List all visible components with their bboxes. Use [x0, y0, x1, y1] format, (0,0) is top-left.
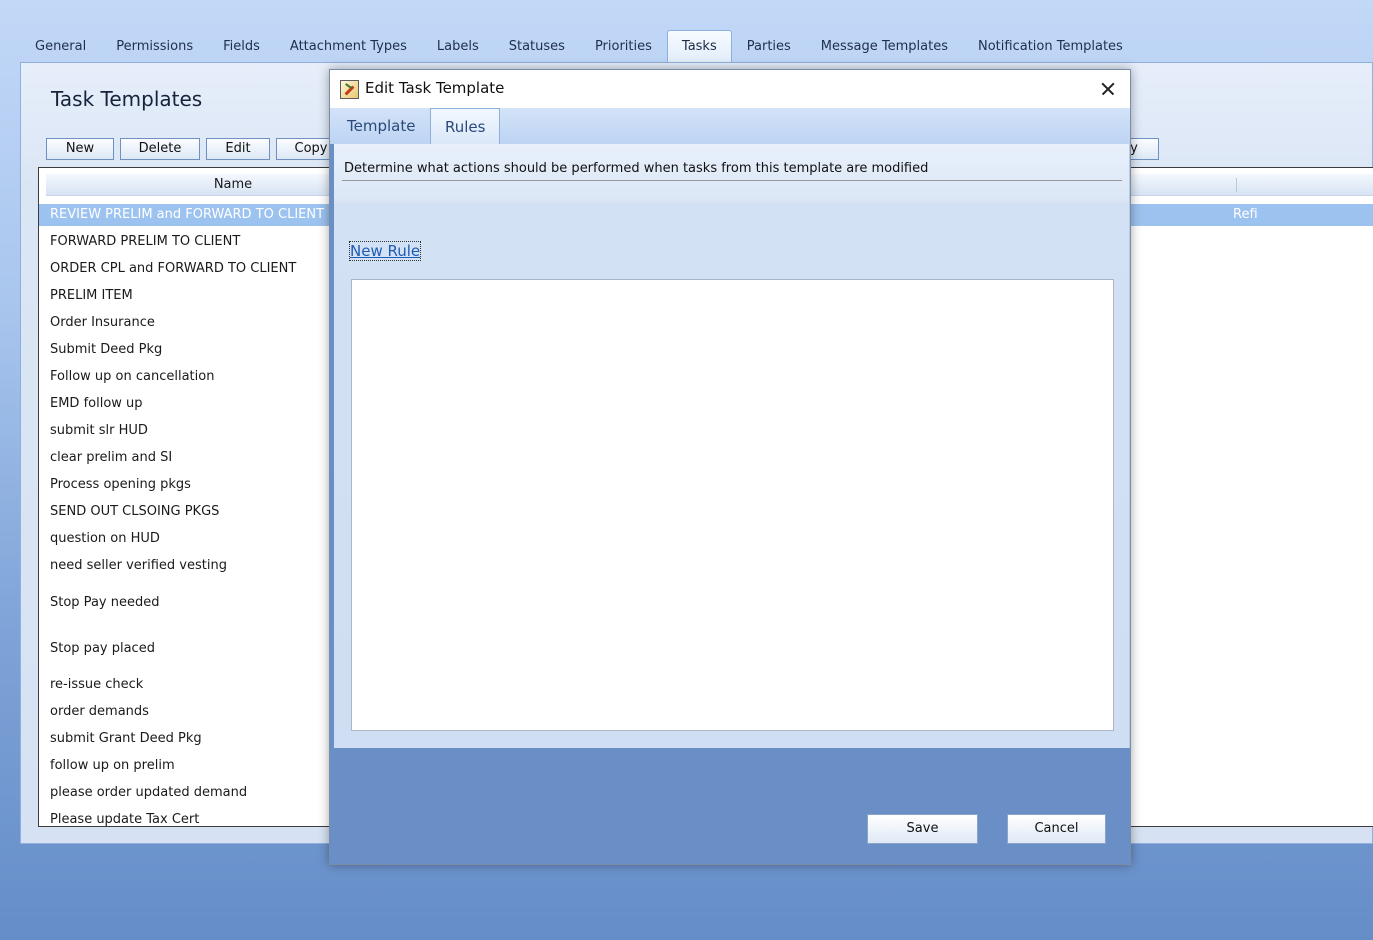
dialog-tab-strip: Template Rules	[330, 108, 1130, 144]
tab-permissions[interactable]: Permissions	[101, 30, 208, 62]
tab-priorities[interactable]: Priorities	[580, 30, 667, 62]
dialog-titlebar: Edit Task Template	[330, 70, 1130, 108]
edit-button[interactable]: Edit	[206, 138, 270, 160]
row-type: Refi	[1233, 207, 1258, 222]
tab-parties[interactable]: Parties	[732, 30, 806, 62]
edit-task-template-dialog: Edit Task Template Template Rules Determ…	[329, 69, 1131, 865]
tab-statuses[interactable]: Statuses	[494, 30, 580, 62]
tab-rules[interactable]: Rules	[430, 108, 501, 144]
tab-notification-templates[interactable]: Notification Templates	[963, 30, 1138, 62]
rules-tab-content: Determine what actions should be perform…	[334, 144, 1130, 748]
dialog-title: Edit Task Template	[365, 79, 505, 97]
rules-list[interactable]	[351, 279, 1114, 731]
row-name: REVIEW PRELIM and FORWARD TO CLIENT	[50, 207, 325, 222]
cancel-button[interactable]: Cancel	[1007, 814, 1106, 844]
new-rule-link[interactable]: New Rule	[348, 241, 422, 261]
save-button[interactable]: Save	[867, 814, 978, 844]
dialog-body: Template Rules Determine what actions sh…	[330, 108, 1130, 864]
column-separator	[1236, 178, 1237, 192]
task-templates-toolbar: New Delete Edit Copy	[46, 138, 346, 160]
tab-fields[interactable]: Fields	[208, 30, 275, 62]
close-icon[interactable]	[1094, 76, 1122, 102]
tab-attachment-types[interactable]: Attachment Types	[275, 30, 422, 62]
rules-description: Determine what actions should be perform…	[344, 161, 929, 176]
tab-template[interactable]: Template	[333, 108, 429, 144]
main-tab-strip: General Permissions Fields Attachment Ty…	[20, 30, 1138, 62]
new-button[interactable]: New	[46, 138, 114, 160]
page-title: Task Templates	[51, 87, 203, 111]
tab-tasks[interactable]: Tasks	[666, 30, 732, 62]
tab-message-templates[interactable]: Message Templates	[806, 30, 963, 62]
tab-general[interactable]: General	[20, 30, 101, 62]
task-template-icon	[340, 80, 359, 99]
delete-button[interactable]: Delete	[120, 138, 200, 160]
divider	[342, 180, 1122, 181]
tab-labels[interactable]: Labels	[422, 30, 494, 62]
